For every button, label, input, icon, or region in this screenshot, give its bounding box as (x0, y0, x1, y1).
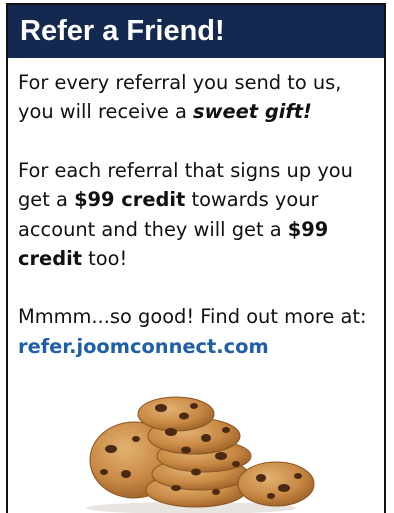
card-body: For every referral you send to us, you w… (8, 58, 384, 361)
credit-paragraph: For each referral that signs up you get … (18, 156, 374, 274)
sweet-gift-emphasis: sweet gift! (193, 100, 312, 124)
referral-link[interactable]: refer.joomconnect.com (18, 335, 269, 358)
referral-gift-paragraph: For every referral you send to us, you w… (18, 68, 374, 127)
cookies-image (86, 396, 315, 513)
referral-card: Refer a Friend! For every referral you s… (6, 3, 386, 513)
card-title: Refer a Friend! (20, 15, 225, 47)
find-out-more-text: Mmmm...so good! Find out more at: (18, 305, 367, 329)
card-header: Refer a Friend! (8, 5, 384, 58)
find-out-more-paragraph: Mmmm...so good! Find out more at: refer.… (18, 302, 374, 361)
credit-amount-1: $99 credit (74, 188, 186, 212)
credit-text-c: too! (82, 247, 128, 271)
